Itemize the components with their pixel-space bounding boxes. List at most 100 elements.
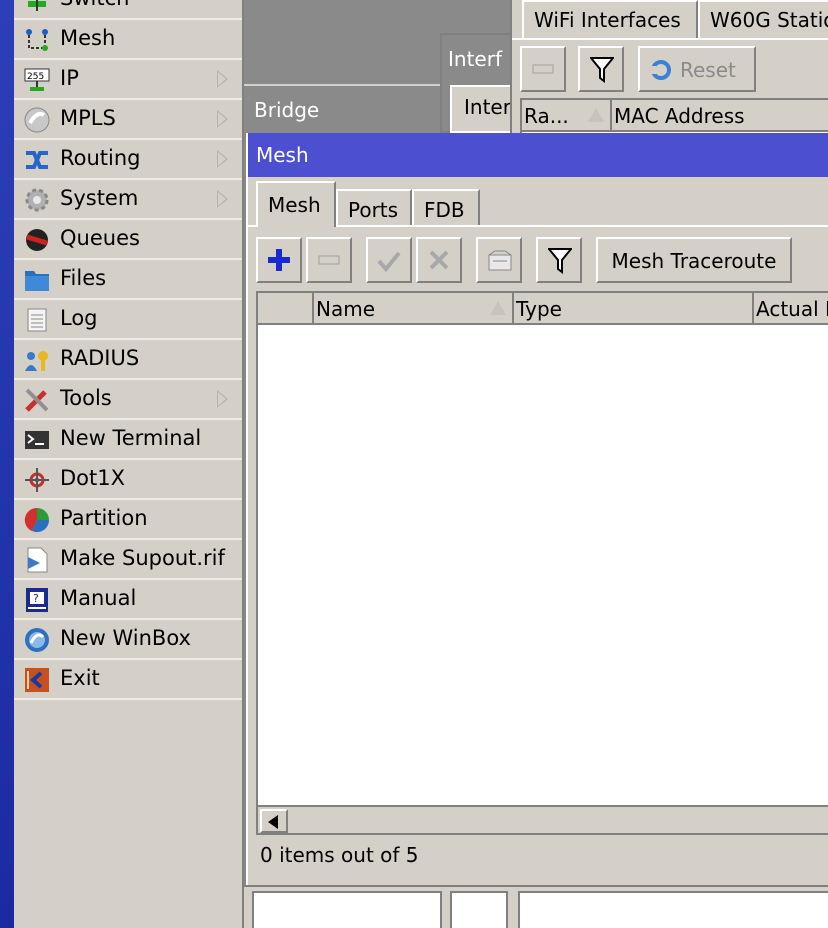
interfaces-window[interactable]: Interf Inter <box>440 33 512 133</box>
window-title: Interf <box>448 47 502 71</box>
tab-label: W60G Statio <box>710 8 828 32</box>
submenu-arrow-icon <box>217 390 228 408</box>
comment-icon <box>488 250 512 271</box>
log-icon <box>27 308 47 332</box>
menu-item-label: Make Supout.rif <box>60 546 225 570</box>
menu-item-label: Exit <box>60 666 100 690</box>
column-label: Actual M <box>756 297 828 321</box>
sort-ascending-icon <box>588 108 604 122</box>
column-header-type[interactable]: Type <box>514 293 754 325</box>
menu-item-label: IP <box>60 66 79 90</box>
menu-item-label: Queues <box>60 226 140 250</box>
remove-button[interactable] <box>306 237 352 283</box>
column-header-rate[interactable]: Ra... <box>522 100 612 132</box>
checkmark-icon <box>377 251 401 273</box>
wifi-window: WiFi Interfaces W60G Statio Reset Ra... … <box>510 0 828 135</box>
tab-interface[interactable]: Inter <box>464 95 511 119</box>
menu-item-label: New Terminal <box>60 426 202 450</box>
filter-button[interactable] <box>536 237 582 283</box>
column-label: Ra... <box>524 104 569 128</box>
menu-item-mesh[interactable]: Mesh <box>14 20 242 60</box>
routing-icon <box>26 151 48 169</box>
filter-icon <box>548 248 572 274</box>
menu-item-partition[interactable]: Partition <box>14 500 242 540</box>
plus-icon <box>268 249 290 271</box>
menu-item-label: Mesh <box>60 26 116 50</box>
menu-item-label: Dot1X <box>60 466 125 490</box>
window-title: Mesh <box>256 143 309 167</box>
submenu-arrow-icon <box>217 70 228 88</box>
remove-button[interactable] <box>520 46 566 92</box>
menu-item-system[interactable]: System <box>14 180 242 220</box>
menu-item-label: RADIUS <box>60 346 140 370</box>
comment-button[interactable] <box>476 237 522 283</box>
tab-mesh[interactable]: Mesh <box>256 181 336 227</box>
column-header-actual-mtu[interactable]: Actual M <box>754 293 828 325</box>
menu-item-tools[interactable]: Tools <box>14 380 242 420</box>
minus-icon <box>318 255 340 265</box>
menu-item-new-winbox[interactable]: New WinBox <box>14 620 242 660</box>
menu-item-exit[interactable]: Exit <box>14 660 242 700</box>
tab-wifi-interfaces[interactable]: WiFi Interfaces <box>522 0 698 38</box>
menu-item-label: System <box>60 186 139 210</box>
svg-text:?: ? <box>33 592 39 605</box>
tab-w60g-station[interactable]: W60G Statio <box>698 0 828 38</box>
menu-item-files[interactable]: Files <box>14 260 242 300</box>
menu-item-label: Manual <box>60 586 137 610</box>
column-header-name[interactable]: Name <box>314 293 514 325</box>
column-header-mac-address[interactable]: MAC Address <box>612 100 828 132</box>
background-windows-bottom <box>244 885 828 928</box>
menu-item-label: Routing <box>60 146 141 170</box>
tab-label: FDB <box>424 198 465 222</box>
mpls-icon <box>24 107 50 133</box>
reset-label: Reset <box>680 58 736 82</box>
system-gear-icon <box>25 188 49 212</box>
reset-icon <box>650 60 671 80</box>
menu-item-radius[interactable]: RADIUS <box>14 340 242 380</box>
reset-button[interactable]: Reset <box>638 46 756 92</box>
background-list-panel <box>518 891 828 928</box>
tab-label: Mesh <box>268 193 321 217</box>
bridge-window[interactable]: Bridge <box>244 84 440 134</box>
dot1x-icon <box>25 468 49 492</box>
menu-item-routing[interactable]: Routing <box>14 140 242 180</box>
horizontal-scrollbar[interactable] <box>256 805 828 835</box>
menu-item-manual[interactable]: ? Manual <box>14 580 242 620</box>
column-label: MAC Address <box>614 104 745 128</box>
menu-item-label: Files <box>60 266 107 290</box>
filter-icon <box>590 57 614 83</box>
column-header-flags[interactable] <box>258 293 314 325</box>
supout-icon <box>27 547 48 573</box>
window-title-bar[interactable]: Mesh <box>248 133 828 177</box>
menu-item-label: MPLS <box>60 106 116 130</box>
tab-ports[interactable]: Ports <box>336 189 412 227</box>
exit-icon <box>25 668 49 692</box>
add-button[interactable] <box>256 237 302 283</box>
menu-item-log[interactable]: Log <box>14 300 242 340</box>
menu-item-make-supout[interactable]: Make Supout.rif <box>14 540 242 580</box>
tools-icon <box>25 388 49 412</box>
minus-icon <box>532 64 554 74</box>
interfaces-tab-panel: Inter <box>450 85 511 133</box>
main-menu: Switch Mesh 255 IP MPLS Routing System Q… <box>14 0 244 928</box>
submenu-arrow-icon <box>217 110 228 128</box>
disable-button[interactable] <box>416 237 462 283</box>
switch-icon <box>28 0 46 11</box>
menu-item-switch[interactable]: Switch <box>14 0 242 20</box>
menu-item-queues[interactable]: Queues <box>14 220 242 260</box>
wifi-table: Ra... MAC Address <box>520 98 828 135</box>
mesh-traceroute-button[interactable]: Mesh Traceroute <box>596 237 792 283</box>
winbox-icon <box>25 628 49 652</box>
button-label: Mesh Traceroute <box>611 249 777 273</box>
menu-item-mpls[interactable]: MPLS <box>14 100 242 140</box>
filter-button[interactable] <box>578 46 624 92</box>
enable-button[interactable] <box>366 237 412 283</box>
menu-item-ip[interactable]: 255 IP <box>14 60 242 100</box>
menu-item-dot1x[interactable]: Dot1X <box>14 460 242 500</box>
tab-fdb[interactable]: FDB <box>412 189 480 227</box>
tab-label: Ports <box>348 198 399 222</box>
scroll-left-arrow-icon[interactable] <box>260 809 288 833</box>
background-list-panel <box>252 891 442 928</box>
menu-item-new-terminal[interactable]: New Terminal <box>14 420 242 460</box>
ip-icon: 255 <box>24 68 50 91</box>
